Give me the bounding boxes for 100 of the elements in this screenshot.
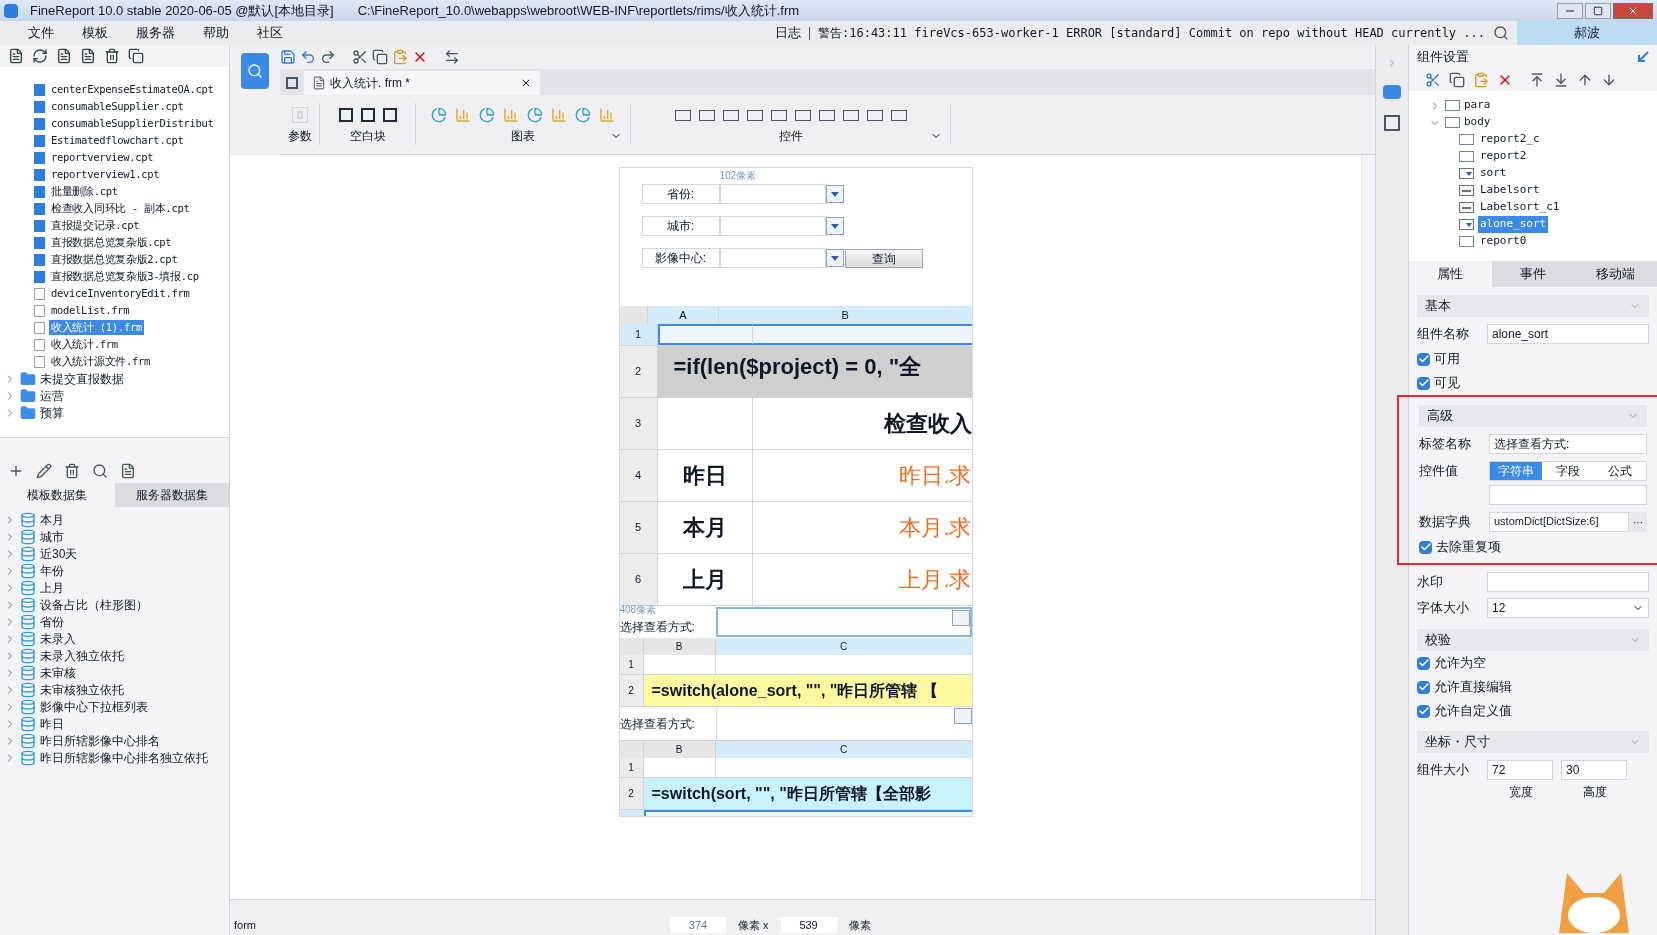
folder-item[interactable]: 运营 [40, 386, 64, 405]
file-item[interactable]: 收入统计 (1).frm [49, 319, 144, 336]
restore-button[interactable] [1585, 2, 1611, 19]
widget-icon[interactable] [770, 109, 787, 121]
file-item[interactable]: 批量删除.cpt [49, 183, 120, 200]
dataset-icon[interactable] [120, 463, 136, 479]
dataset-item[interactable]: 昨日所辖影像中心排名独立依托 [40, 748, 208, 767]
add-icon[interactable] [8, 463, 24, 479]
section-header[interactable]: 高级 [1419, 405, 1647, 427]
delete-icon[interactable] [104, 48, 120, 64]
preview-icon[interactable] [241, 53, 269, 89]
tree-item[interactable]: report2_c [1478, 131, 1542, 148]
widget-icon[interactable] [890, 109, 907, 121]
tree-item[interactable]: sort [1478, 165, 1509, 182]
widget-icon[interactable] [842, 109, 859, 121]
cut-icon[interactable] [1425, 72, 1441, 88]
input-field[interactable]: alone_sort [1487, 324, 1649, 344]
file-item[interactable]: Estimatedflowchart.cpt [49, 132, 186, 149]
widget-icon[interactable] [866, 109, 883, 121]
widget-icon[interactable] [746, 109, 763, 121]
section-header[interactable]: 坐标・尺寸 [1417, 731, 1649, 753]
segment-option[interactable]: 字段 [1542, 462, 1594, 480]
edit-icon[interactable] [36, 463, 52, 479]
file-item[interactable]: 直报数据总览复杂版.cpt [49, 234, 174, 251]
dataset-item[interactable]: 城市 [40, 527, 64, 546]
combo-field[interactable] [715, 607, 972, 637]
pie-chart-icon[interactable] [527, 107, 543, 123]
widget-icon[interactable] [794, 109, 811, 121]
redo-icon[interactable] [320, 49, 336, 65]
dataset-item[interactable]: 未录入 [40, 629, 76, 648]
input-field[interactable] [1489, 485, 1647, 505]
dataset-item[interactable]: 未审核独立依托 [40, 680, 124, 699]
widget-icon[interactable] [818, 109, 835, 121]
segment-option[interactable]: 字符串 [1490, 462, 1542, 480]
section-header[interactable]: 校验 [1417, 629, 1649, 651]
input-field[interactable]: ustomDict[DictSize:6] [1489, 512, 1629, 532]
file-item[interactable]: 检查收入同环比 - 副本.cpt [49, 200, 192, 217]
move-bottom-icon[interactable] [1553, 72, 1569, 88]
pie-chart-icon[interactable] [431, 107, 447, 123]
checkbox[interactable] [1417, 656, 1430, 670]
pie-chart-icon[interactable] [479, 107, 495, 123]
combo-field[interactable] [719, 248, 826, 268]
file-item[interactable]: consumableSupplier.cpt [49, 98, 186, 115]
layout-icon[interactable] [1384, 115, 1400, 131]
tree-item[interactable]: body [1464, 114, 1491, 131]
cut-icon[interactable] [352, 49, 368, 65]
menu-item[interactable]: 文件 [16, 23, 66, 43]
layout-block-icon[interactable] [338, 108, 353, 122]
refresh-icon[interactable] [32, 48, 48, 64]
bar-chart-icon[interactable] [599, 107, 615, 123]
menu-item[interactable]: 模板 [70, 23, 120, 43]
input-field[interactable] [1487, 572, 1649, 592]
checkbox[interactable] [1417, 352, 1430, 366]
collapse-icon[interactable] [1637, 51, 1649, 63]
log-label[interactable]: 日志 [775, 23, 801, 43]
layout-block-icon[interactable] [382, 108, 397, 122]
dataset-item[interactable]: 近30天 [40, 544, 78, 563]
undo-icon[interactable] [300, 49, 316, 65]
file-item[interactable]: 直报提交记录.cpt [49, 217, 142, 234]
panel-tab[interactable]: 移动端 [1574, 261, 1657, 287]
widget-icon[interactable] [674, 109, 691, 121]
dataset-tab[interactable]: 服务器数据集 [114, 483, 229, 507]
height-field[interactable]: 30 [1561, 760, 1627, 780]
segment-option[interactable]: 公式 [1594, 462, 1646, 480]
delete-icon[interactable] [64, 463, 80, 479]
tree-item[interactable]: para [1464, 97, 1491, 114]
select-field[interactable]: 12 [1487, 598, 1649, 618]
dataset-item[interactable]: 未审核 [40, 663, 76, 682]
combo-field[interactable] [715, 707, 972, 740]
user-name[interactable]: 郝波 [1517, 21, 1657, 45]
move-down-icon[interactable] [1601, 72, 1617, 88]
minimize-button[interactable] [1557, 2, 1583, 19]
combo-field[interactable] [719, 216, 826, 236]
widget-icon[interactable] [698, 109, 715, 121]
dataset-item[interactable]: 未录入独立依托 [40, 646, 124, 665]
checkbox[interactable] [1419, 540, 1432, 554]
bar-chart-icon[interactable] [551, 107, 567, 123]
input-field[interactable]: 选择查看方式: [1489, 434, 1647, 454]
file-item[interactable]: centerExpenseEstimateOA.cpt [49, 81, 216, 98]
panel-tab[interactable]: 事件 [1491, 261, 1575, 287]
menu-item[interactable]: 社区 [245, 23, 295, 43]
paste-icon[interactable] [1473, 72, 1489, 88]
widget-icon[interactable] [722, 109, 739, 121]
dataset-item[interactable]: 昨日所辖影像中心排名 [40, 731, 160, 750]
file-item[interactable]: reportverview.cpt [49, 149, 156, 166]
save-icon[interactable] [280, 49, 296, 65]
template-icon[interactable] [56, 48, 72, 64]
checkbox[interactable] [1417, 376, 1430, 390]
preview-icon[interactable] [92, 463, 108, 479]
new-file-icon[interactable] [8, 48, 24, 64]
move-up-icon[interactable] [1577, 72, 1593, 88]
file-item[interactable]: 直报数据总览复杂版3-填报.cp [49, 268, 201, 285]
tree-item[interactable]: Labelsort [1478, 182, 1542, 199]
copy-icon[interactable] [372, 49, 388, 65]
checkbox[interactable] [1417, 704, 1430, 718]
dataset-item[interactable]: 年份 [40, 561, 64, 580]
pie-chart-icon[interactable] [575, 107, 591, 123]
menu-item[interactable]: 帮助 [191, 23, 241, 43]
search-icon[interactable] [1493, 25, 1509, 41]
width-field[interactable]: 72 [1487, 760, 1553, 780]
